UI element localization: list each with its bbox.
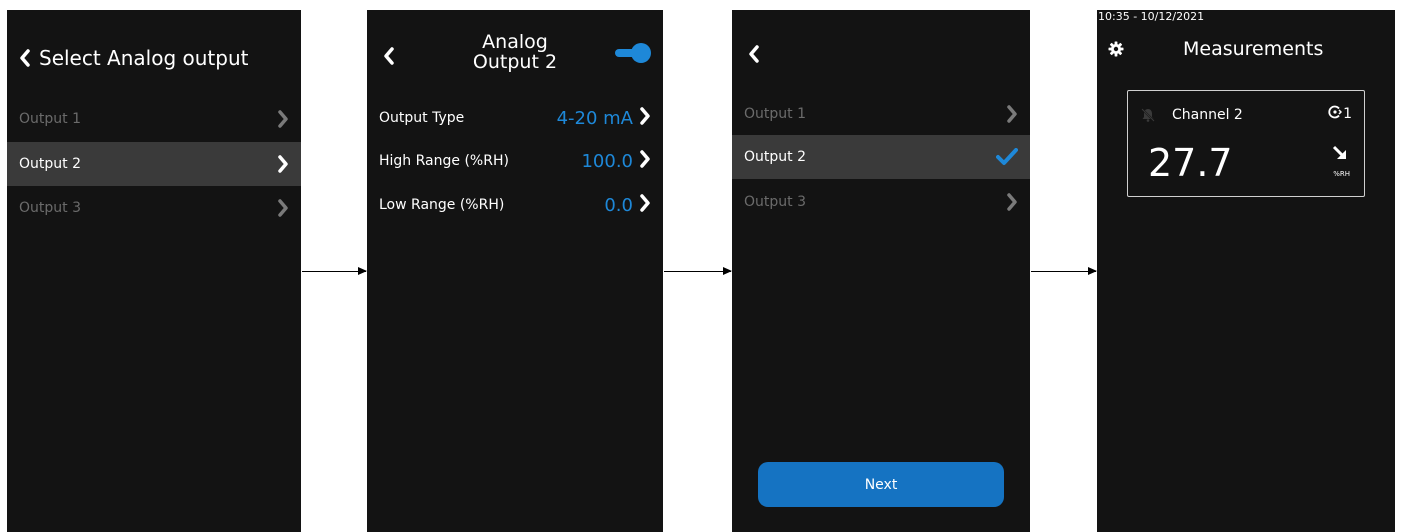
page-title: Analog Output 2 xyxy=(437,32,593,72)
chevron-right-icon xyxy=(277,110,289,128)
setting-label: Low Range (%RH) xyxy=(379,197,505,213)
list-item-output-1[interactable]: Output 1 xyxy=(732,92,1030,136)
list-item-label: Output 3 xyxy=(19,200,81,216)
flow-arrow xyxy=(302,267,367,275)
chevron-right-icon xyxy=(1006,193,1018,211)
page-title-line1: Analog xyxy=(482,31,548,53)
output-indicator: 1 xyxy=(1328,105,1352,123)
chevron-left-icon[interactable] xyxy=(19,49,31,67)
setting-value: 4-20 mA xyxy=(556,107,633,129)
measurement-card[interactable]: Channel 2 1 27.7 %RH xyxy=(1127,90,1365,197)
chevron-right-icon xyxy=(1006,105,1018,123)
trend-down-right-icon xyxy=(1332,145,1348,165)
list-item-label: Output 2 xyxy=(19,156,81,172)
screen-analog-output-settings: Analog Output 2 Output Type 4-20 mA High… xyxy=(367,10,663,532)
chevron-right-icon xyxy=(277,155,289,173)
screen-select-output-confirm: Output 1 Output 2 Output 3 Next xyxy=(732,10,1030,532)
setting-label: Output Type xyxy=(379,110,465,126)
output-icon xyxy=(1328,105,1343,123)
list-item-output-1[interactable]: Output 1 xyxy=(7,97,301,141)
chevron-right-icon xyxy=(639,193,651,217)
list-item-output-3[interactable]: Output 3 xyxy=(732,180,1030,224)
channel-label: Channel 2 xyxy=(1172,107,1243,123)
next-button[interactable]: Next xyxy=(758,462,1004,507)
list-item-output-2[interactable]: Output 2 xyxy=(732,135,1030,179)
setting-output-type[interactable]: Output Type 4-20 mA xyxy=(367,100,663,136)
gear-icon[interactable] xyxy=(1108,41,1124,61)
measurement-unit: %RH xyxy=(1333,170,1350,178)
list-item-label: Output 1 xyxy=(19,111,81,127)
setting-value: 0.0 xyxy=(604,194,633,216)
chevron-left-icon[interactable] xyxy=(748,45,760,63)
check-icon xyxy=(996,148,1018,166)
timestamp: 10:35 - 10/12/2021 xyxy=(1098,10,1205,23)
screen-select-analog-output: Select Analog output Output 1 Output 2 O… xyxy=(7,10,301,532)
setting-low-range[interactable]: Low Range (%RH) 0.0 xyxy=(367,187,663,223)
setting-label: High Range (%RH) xyxy=(379,153,509,169)
list-item-label: Output 3 xyxy=(744,194,806,210)
page-title: Select Analog output xyxy=(39,46,249,70)
chevron-right-icon xyxy=(277,199,289,217)
screen-measurements: 10:35 - 10/12/2021 Measurements Channel … xyxy=(1097,10,1395,532)
list-item-label: Output 1 xyxy=(744,106,806,122)
measurement-value: 27.7 xyxy=(1148,141,1233,185)
chevron-right-icon xyxy=(639,149,651,173)
enable-toggle[interactable] xyxy=(615,43,653,63)
output-number: 1 xyxy=(1343,106,1352,122)
toggle-knob xyxy=(631,43,651,63)
chevron-right-icon xyxy=(639,106,651,130)
setting-value: 100.0 xyxy=(581,150,633,172)
list-item-output-3[interactable]: Output 3 xyxy=(7,186,301,230)
chevron-left-icon[interactable] xyxy=(383,47,395,65)
list-item-label: Output 2 xyxy=(744,149,806,165)
flow-arrow xyxy=(664,267,732,275)
list-item-output-2[interactable]: Output 2 xyxy=(7,142,301,186)
flow-arrow xyxy=(1031,267,1097,275)
page-title-line2: Output 2 xyxy=(472,51,558,73)
bell-muted-icon xyxy=(1140,107,1156,127)
screen1-header: Select Analog output xyxy=(19,46,248,70)
page-title: Measurements xyxy=(1183,38,1324,60)
setting-high-range[interactable]: High Range (%RH) 100.0 xyxy=(367,143,663,179)
